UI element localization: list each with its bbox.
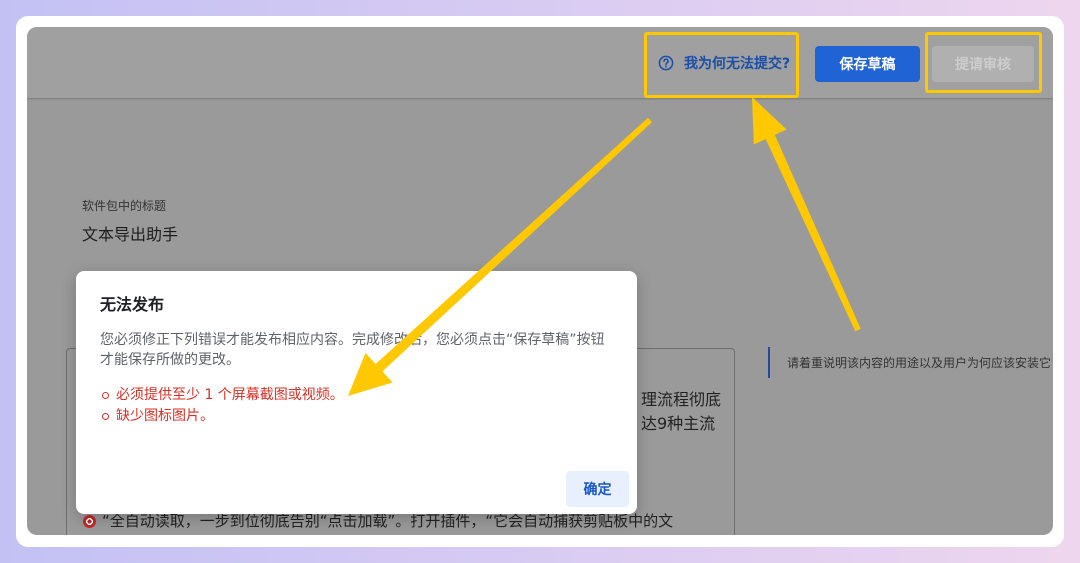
confirm-button[interactable]: 确定 — [566, 471, 629, 507]
why-cannot-submit-link[interactable]: 我为何无法提交? — [658, 54, 790, 72]
error-list: 必须提供至少 1 个屏幕截图或视频。 缺少图标图片。 — [76, 385, 637, 427]
error-item: 必须提供至少 1 个屏幕截图或视频。 — [76, 385, 637, 406]
error-item: 缺少图标图片。 — [76, 406, 637, 427]
title-field-label: 软件包中的标题 — [82, 199, 167, 213]
title-field-value[interactable]: 文本导出助手 — [82, 224, 178, 246]
hint-accent-bar — [768, 347, 770, 378]
error-text: 必须提供至少 1 个屏幕截图或视频。 — [116, 387, 344, 403]
error-text: 缺少图标图片。 — [116, 408, 214, 424]
help-circle-icon — [658, 55, 674, 71]
dialog-title: 无法发布 — [100, 295, 165, 314]
description-hint: 请着重说明该内容的用途以及用户为何应该安装它 — [787, 356, 1052, 370]
description-text-fragment: 达9种主流 — [641, 414, 716, 433]
target-emoji-icon — [83, 514, 96, 528]
app-window: 我为何无法提交? 保存草稿 提请审核 软件包中的标题 文本导出助手 理流程彻底 … — [27, 27, 1053, 535]
top-bar: 我为何无法提交? 保存草稿 提请审核 — [27, 27, 1053, 98]
submit-review-button[interactable]: 提请审核 — [932, 46, 1034, 82]
hollow-circle-bullet-icon — [102, 392, 109, 399]
save-draft-button[interactable]: 保存草稿 — [815, 46, 920, 82]
publish-error-dialog: 无法发布 您必须修正下列错误才能发布相应内容。完成修改后，您必须点击“保存草稿”… — [76, 271, 637, 514]
why-cannot-submit-label: 我为何无法提交? — [684, 56, 791, 72]
description-text-fragment: 理流程彻底 — [641, 390, 722, 409]
dialog-message-line: 您必须修正下列错误才能发布相应内容。完成修改后，您必须点击“保存草稿”按钮 — [100, 332, 605, 348]
dialog-message: 您必须修正下列错误才能发布相应内容。完成修改后，您必须点击“保存草稿”按钮 才能… — [100, 330, 605, 370]
hollow-circle-bullet-icon — [102, 413, 109, 420]
dialog-message-line: 才能保存所做的更改。 — [100, 352, 240, 368]
